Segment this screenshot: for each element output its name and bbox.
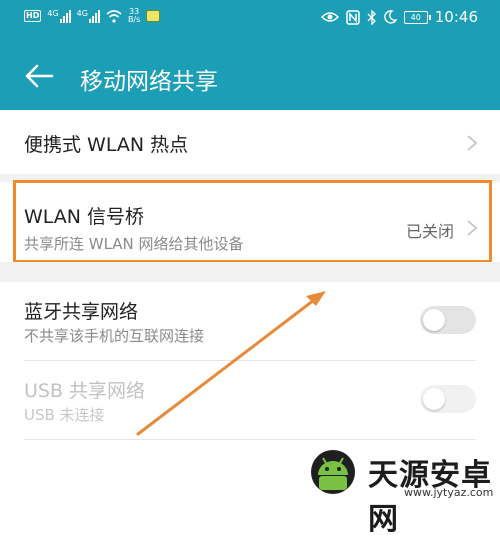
battery-level: 40 (410, 12, 421, 22)
wifi-icon (106, 9, 122, 23)
toggle-knob (423, 309, 445, 331)
android-logo-icon (311, 450, 355, 494)
row-bluetooth-sharing-title: 蓝牙共享网络 (24, 301, 139, 323)
signal-icon-sim2: 4G (77, 9, 100, 23)
sim1-network-label: 4G (47, 9, 59, 18)
hd-badge: HD (24, 10, 42, 22)
notification-app-icon (146, 10, 161, 22)
row-usb-sharing: USB 共享网络 USB 未连接 (0, 361, 500, 439)
row-bluetooth-sharing[interactable]: 蓝牙共享网络 不共享该手机的互联网连接 (0, 282, 500, 360)
battery-icon: 40 (403, 10, 431, 24)
row-wlan-hotspot[interactable]: 便携式 WLAN 热点 (0, 110, 500, 174)
bluetooth-sharing-toggle[interactable] (420, 306, 476, 334)
status-right: 40 10:46 (320, 8, 478, 26)
watermark: 天源安卓网 www.jytyaz.com (300, 440, 496, 537)
section-separator (0, 262, 500, 282)
network-speed-unit: B/s (127, 15, 141, 24)
row-wlan-hotspot-title: 便携式 WLAN 热点 (24, 134, 189, 156)
moon-icon (383, 10, 397, 24)
row-usb-sharing-subtitle: USB 未连接 (24, 406, 105, 424)
eye-icon (320, 12, 339, 22)
bluetooth-icon (367, 9, 376, 25)
status-left: HD 4G 4G 33 B/s (24, 8, 161, 24)
toggle-knob (423, 388, 445, 410)
row-bluetooth-sharing-subtitle: 不共享该手机的互联网连接 (24, 327, 205, 345)
watermark-url: www.jytyaz.com (404, 486, 494, 499)
highlight-box (13, 180, 492, 263)
arrow-left-icon[interactable] (22, 58, 58, 94)
app-bar: HD 4G 4G 33 B/s 40 10:46 移动网络共享 (0, 0, 500, 110)
title-bar: 移动网络共享 (0, 50, 500, 105)
sim2-network-label: 4G (76, 9, 88, 18)
page-title: 移动网络共享 (80, 69, 218, 95)
usb-sharing-toggle (420, 385, 476, 413)
status-bar: HD 4G 4G 33 B/s 40 10:46 (0, 0, 500, 40)
nfc-icon (346, 9, 360, 25)
signal-icon-sim1: 4G (47, 9, 71, 23)
chevron-right-icon (467, 135, 478, 151)
row-usb-sharing-title: USB 共享网络 (24, 380, 146, 402)
network-speed: 33 B/s (128, 8, 140, 24)
status-time: 10:46 (434, 8, 478, 26)
